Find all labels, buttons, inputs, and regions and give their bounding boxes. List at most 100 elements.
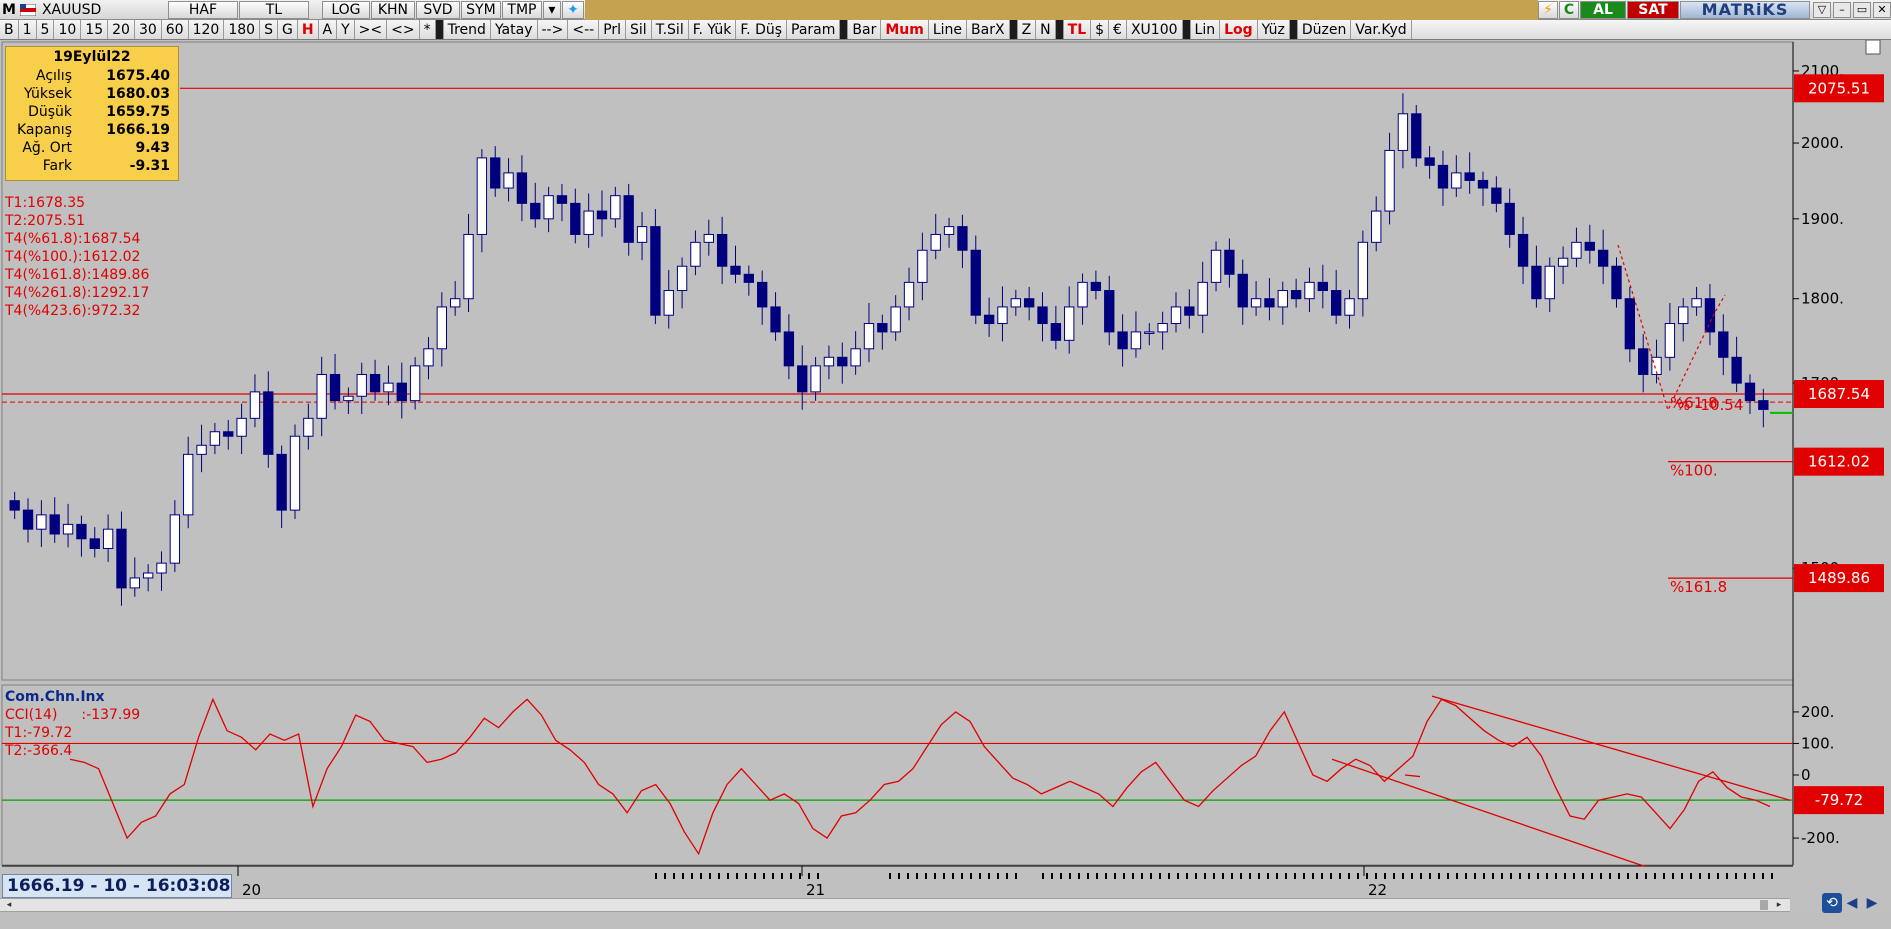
period-btn-4[interactable]: 15 [81, 20, 109, 39]
period-btn-1[interactable]: 1 [19, 20, 37, 39]
period-btn-24[interactable]: T.Sil [652, 20, 689, 39]
period-btn-26[interactable]: F. Düş [736, 20, 788, 39]
period-btn-14[interactable]: Y [337, 20, 355, 39]
sync-icon[interactable]: ⟲ [1822, 893, 1842, 913]
period-btn-32[interactable]: Z [1018, 20, 1037, 39]
period-btn-2[interactable]: 5 [37, 20, 55, 39]
period-btn-21[interactable]: <-- [568, 20, 600, 39]
fib-label: %100. [1670, 462, 1718, 480]
period-btn-33[interactable]: N [1036, 20, 1056, 39]
candle-body [1384, 149, 1395, 212]
cci-value: :-137.99 [81, 707, 141, 723]
candle-body [1718, 331, 1729, 358]
sell-button[interactable]: SAT [1627, 0, 1679, 19]
period-btn-25[interactable]: F. Yük [689, 20, 737, 39]
candle-body [1544, 265, 1555, 300]
period-btn-42[interactable]: Var.Kyd [1351, 20, 1412, 39]
period-btn-22[interactable]: Prl [599, 20, 627, 39]
twitter-icon[interactable]: ✦ [561, 0, 584, 19]
candle-body [770, 306, 781, 333]
period-btn-27[interactable]: Param [787, 20, 841, 39]
candle-body [930, 233, 941, 251]
info-value: 1666.19 [106, 122, 170, 138]
period-separator [1182, 20, 1191, 39]
scroll-thumb[interactable] [1760, 900, 1768, 910]
period-btn-12[interactable]: H [298, 20, 319, 39]
candle-body [863, 323, 875, 350]
period-btn-29[interactable]: Mum [881, 20, 929, 39]
period-btn-8[interactable]: 120 [189, 20, 225, 39]
restore-icon[interactable]: ▭ [1853, 1, 1871, 18]
info-key: Fark [42, 158, 72, 174]
candle-body [9, 500, 20, 511]
candle-body [1290, 290, 1302, 300]
level-tag-label: 1687.54 [1808, 385, 1870, 403]
minimize-icon[interactable]: – [1833, 1, 1851, 18]
period-btn-15[interactable]: >< [355, 20, 388, 39]
period-btn-40[interactable]: Yüz [1258, 20, 1290, 39]
period-btn-16[interactable]: <> [387, 20, 420, 39]
close-icon[interactable]: ✕ [1873, 1, 1891, 18]
period-btn-0[interactable]: B [0, 20, 19, 39]
dropdown-arrow-icon[interactable]: ▾ [542, 0, 561, 19]
nav-left-icon[interactable]: ◀ [1842, 893, 1862, 913]
info-row: Ağ. Ort 9.43 [6, 139, 178, 157]
tool-haf-button[interactable]: HAF [167, 0, 238, 19]
period-btn-31[interactable]: BarX [967, 20, 1010, 39]
app-logo[interactable]: M [0, 0, 18, 20]
flag-icon [18, 0, 38, 20]
horizontal-scrollbar[interactable]: ◂ ▸ [0, 898, 1790, 912]
period-btn-5[interactable]: 20 [108, 20, 135, 39]
period-btn-10[interactable]: S [260, 20, 278, 39]
period-btn-11[interactable]: G [278, 20, 298, 39]
menu-down-icon[interactable]: ▽ [1813, 1, 1831, 18]
candle-body [1611, 265, 1622, 300]
tool-svd-button[interactable]: SVD [415, 0, 460, 19]
period-btn-13[interactable]: A [319, 20, 338, 39]
period-btn-34[interactable]: TL [1064, 20, 1092, 39]
time-tick-label: 22 [1368, 881, 1387, 898]
period-btn-9[interactable]: 180 [224, 20, 261, 39]
buy-button[interactable]: AL [1580, 0, 1626, 19]
period-btn-17[interactable]: * [420, 20, 436, 39]
period-btn-38[interactable]: Lin [1191, 20, 1221, 39]
brand-logo: MATRiKS [1680, 0, 1810, 19]
period-btn-36[interactable]: € [1109, 20, 1127, 39]
info-key: Kapanış [16, 122, 72, 138]
last-price-status: 1666.19 - 10 - 16:03:08 [2, 874, 232, 898]
candle-body [1010, 298, 1021, 308]
period-btn-37[interactable]: XU100 [1127, 20, 1183, 39]
tool-tmp-button[interactable]: TMP [501, 0, 542, 19]
scroll-right-icon[interactable]: ▸ [1772, 899, 1786, 911]
chart-area[interactable]: 2100.2000.1900.1800.1700.1500.2075.51168… [0, 40, 1891, 898]
period-btn-28[interactable]: Bar [848, 20, 882, 39]
cci-t1: T1:-79.72 [5, 725, 73, 741]
symbol-field[interactable]: XAUUSD [38, 0, 168, 20]
candle-body [503, 172, 514, 189]
lightning-icon[interactable]: ⚡ [1538, 0, 1558, 19]
period-btn-6[interactable]: 30 [135, 20, 162, 39]
period-btn-7[interactable]: 60 [162, 20, 189, 39]
period-btn-18[interactable]: Trend [444, 20, 491, 39]
period-separator [840, 20, 849, 39]
period-btn-41[interactable]: Düzen [1298, 20, 1352, 39]
period-btn-23[interactable]: Sil [626, 20, 652, 39]
info-value: 1675.40 [106, 68, 170, 84]
period-btn-19[interactable]: Yatay [491, 20, 538, 39]
tool-sym-button[interactable]: SYM [460, 0, 501, 19]
period-btn-3[interactable]: 10 [54, 20, 82, 39]
tool-log-button[interactable]: LOG [321, 0, 370, 19]
period-btn-35[interactable]: $ [1091, 20, 1110, 39]
tool-tl-button[interactable]: TL [238, 0, 309, 19]
period-btn-20[interactable]: --> [538, 20, 569, 39]
candle-body [383, 382, 394, 393]
scroll-left-icon[interactable]: ◂ [2, 899, 16, 911]
info-value: -9.31 [129, 158, 170, 174]
refresh-c-icon[interactable]: C [1559, 0, 1579, 19]
period-btn-39[interactable]: Log [1220, 20, 1258, 39]
tool-khn-button[interactable]: KHN [370, 0, 415, 19]
candle-body [676, 265, 688, 292]
nav-right-icon[interactable]: ▶ [1862, 893, 1882, 913]
period-btn-30[interactable]: Line [929, 20, 968, 39]
candle-body [983, 314, 995, 325]
